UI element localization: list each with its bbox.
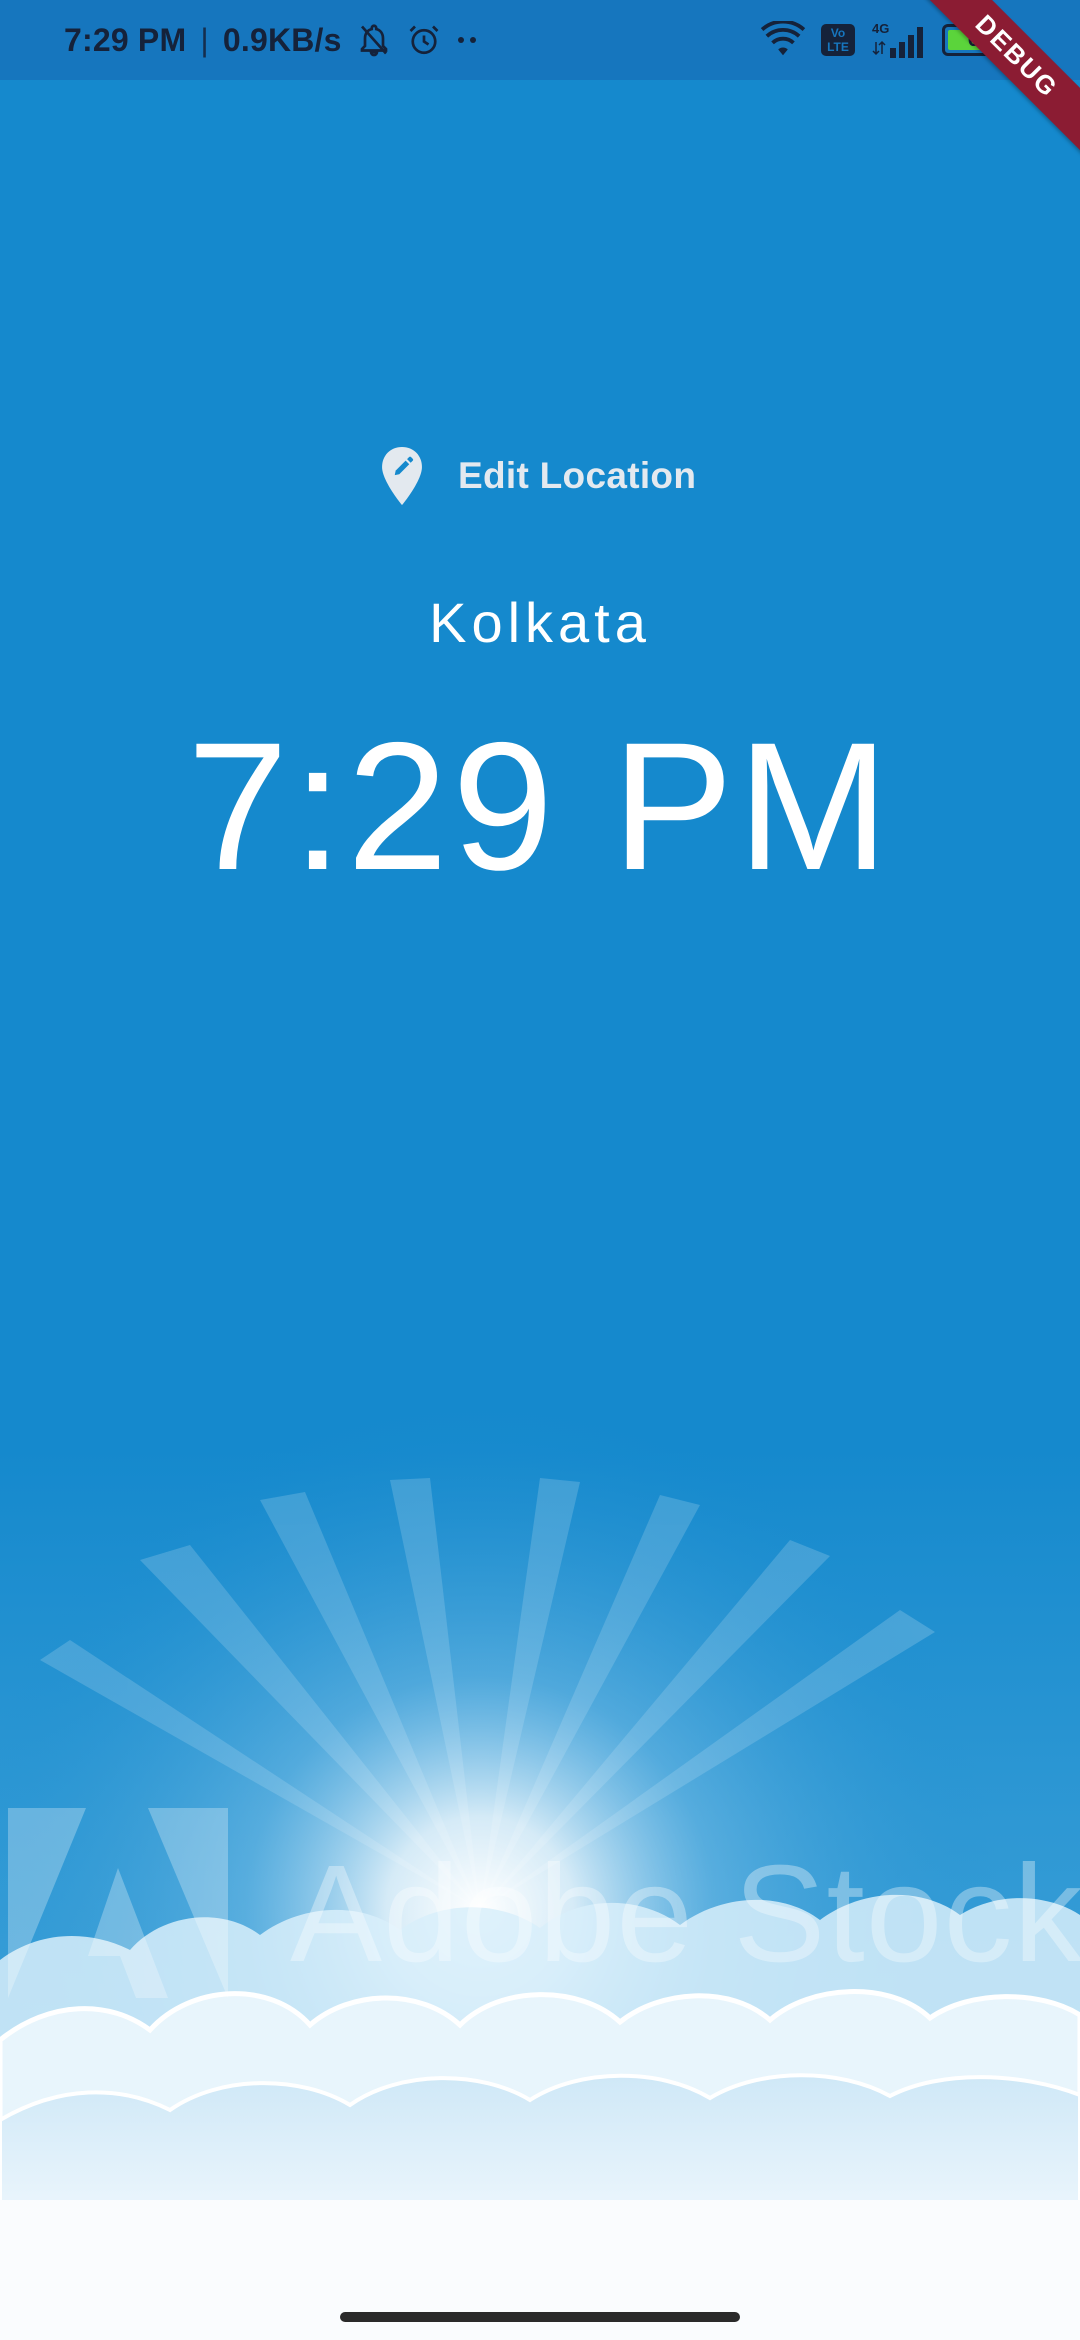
stock-watermark: Adobe Stock xyxy=(290,1837,1080,1991)
local-time: 7:29 PM xyxy=(187,704,893,908)
status-time: 7:29 PM xyxy=(64,21,187,58)
svg-text:LTE: LTE xyxy=(827,40,849,54)
more-dots-icon xyxy=(456,35,478,45)
location-edit-icon xyxy=(380,447,424,505)
signal-4g-icon: 4G xyxy=(870,20,928,60)
home-indicator[interactable] xyxy=(340,2312,740,2322)
adobe-logo-watermark xyxy=(8,1808,228,1998)
world-time-screen: Adobe Stock 7:29 PM | 0.9KB/s Vo LTE 4G … xyxy=(0,0,1080,2340)
network-speed: 0.9KB/s xyxy=(222,21,342,58)
edit-location-button[interactable]: Edit Location xyxy=(380,440,696,512)
volte-icon: Vo LTE xyxy=(820,23,856,57)
notifications-off-icon xyxy=(356,22,392,58)
wifi-icon xyxy=(760,21,806,59)
edit-location-label: Edit Location xyxy=(458,455,697,496)
svg-text:4G: 4G xyxy=(872,21,889,36)
status-bar: 7:29 PM | 0.9KB/s Vo LTE 4G xyxy=(0,0,1080,80)
alarm-icon xyxy=(406,22,442,58)
status-separator: | xyxy=(200,21,209,58)
location-name: Kolkata xyxy=(429,591,651,654)
svg-text:Vo: Vo xyxy=(831,26,845,40)
